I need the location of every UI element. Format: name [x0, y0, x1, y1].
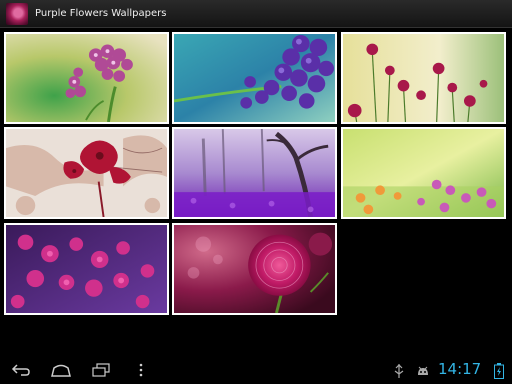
- wallpaper-pink-hydrangea[interactable]: [4, 32, 169, 124]
- app-title: Purple Flowers Wallpapers: [35, 8, 167, 19]
- wallpaper-grunge-rose[interactable]: [4, 127, 169, 219]
- recent-apps-icon[interactable]: [88, 360, 114, 380]
- menu-icon[interactable]: [128, 360, 154, 380]
- wallpaper-purple-blossoms[interactable]: [4, 223, 169, 315]
- flower-app-icon[interactable]: [6, 2, 28, 25]
- android-debug-icon: [416, 363, 430, 377]
- wallpaper-clover-meadow[interactable]: [341, 32, 506, 124]
- wallpaper-purple-misty-forest[interactable]: [172, 127, 337, 219]
- clock-time[interactable]: 14:17: [438, 360, 481, 378]
- wallpaper-magenta-dahlia[interactable]: [172, 223, 337, 315]
- wallpaper-sunny-flower-field[interactable]: [341, 127, 506, 219]
- wallpaper-grid: [0, 30, 512, 320]
- action-bar: Purple Flowers Wallpapers: [0, 0, 512, 28]
- usb-icon: [394, 363, 408, 378]
- back-icon[interactable]: [8, 360, 34, 380]
- wallpaper-blue-purple-berries[interactable]: [172, 32, 337, 124]
- system-navigation-bar: 14:17: [0, 356, 512, 384]
- battery-charging-icon: [494, 363, 508, 379]
- home-icon[interactable]: [48, 360, 74, 380]
